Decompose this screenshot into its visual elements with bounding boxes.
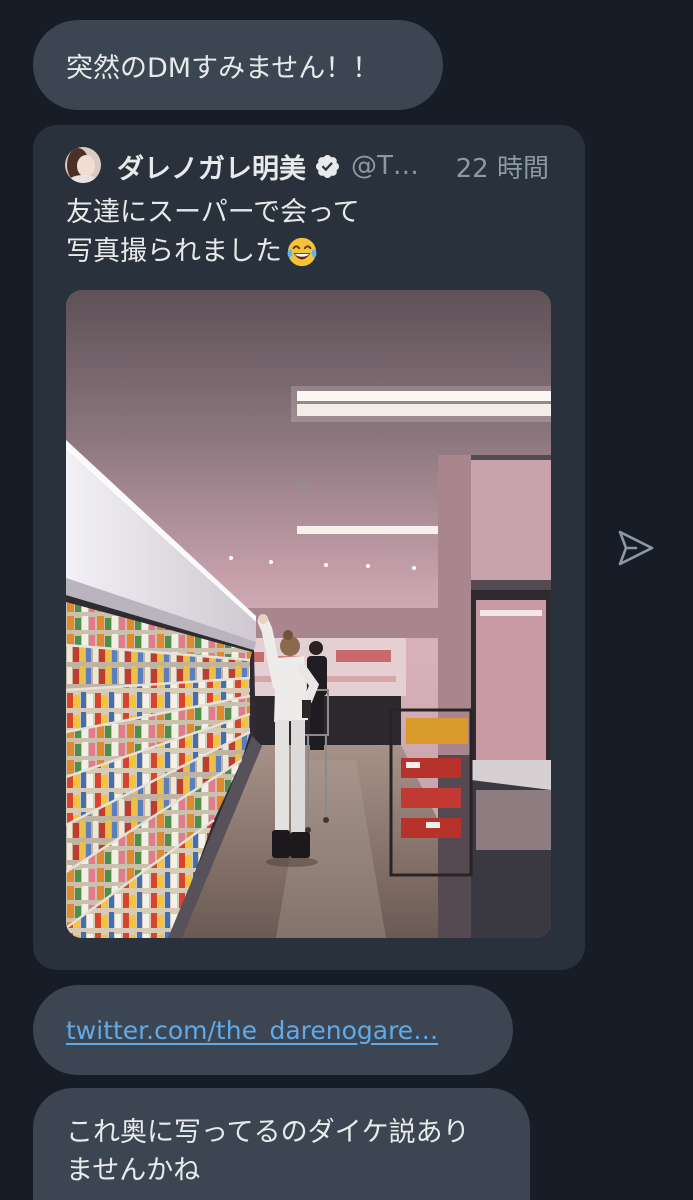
link-message-bubble[interactable]: twitter.com/the_darenogare… bbox=[33, 985, 513, 1075]
send-icon[interactable] bbox=[616, 528, 656, 568]
author-avatar[interactable] bbox=[65, 147, 101, 183]
tweet-text-line: 写真撮られました bbox=[66, 232, 565, 271]
right-display-cases bbox=[438, 455, 551, 938]
shared-tweet-card[interactable]: ダレノガレ明美 @T… 22 時間 友達にスーパーで会って 写真撮られました bbox=[33, 125, 585, 970]
author-handle: @T… bbox=[351, 151, 419, 181]
tweet-header: ダレノガレ明美 @T… 22 時間 bbox=[117, 146, 549, 186]
message-text: 突然のDMすみません！！ bbox=[66, 52, 380, 84]
tweet-link[interactable]: twitter.com/the_darenogare… bbox=[66, 1016, 438, 1045]
face-with-tears-of-joy-icon bbox=[287, 237, 317, 266]
tweet-text-line-2: 写真撮られました bbox=[66, 236, 282, 267]
message-bubble[interactable]: 突然のDMすみません！！ bbox=[33, 20, 443, 110]
message-text-line-1: これ奥に写ってるのダイケ説あり bbox=[66, 1117, 470, 1148]
tweet-text-line-1: 友達にスーパーで会って bbox=[66, 197, 360, 228]
message-bubble[interactable]: これ奥に写ってるのダイケ説あり ませんかね bbox=[33, 1088, 530, 1200]
tweet-text-line: 友達にスーパーで会って bbox=[66, 193, 565, 232]
author-name[interactable]: ダレノガレ明美 bbox=[117, 147, 306, 186]
tweet-text: 友達にスーパーで会って 写真撮られました bbox=[66, 193, 565, 271]
message-text-line-2: ませんかね bbox=[66, 1155, 201, 1186]
tweet-photo[interactable] bbox=[66, 290, 551, 938]
verified-badge-icon bbox=[315, 154, 340, 178]
tweet-timestamp: 22 時間 bbox=[455, 153, 549, 184]
